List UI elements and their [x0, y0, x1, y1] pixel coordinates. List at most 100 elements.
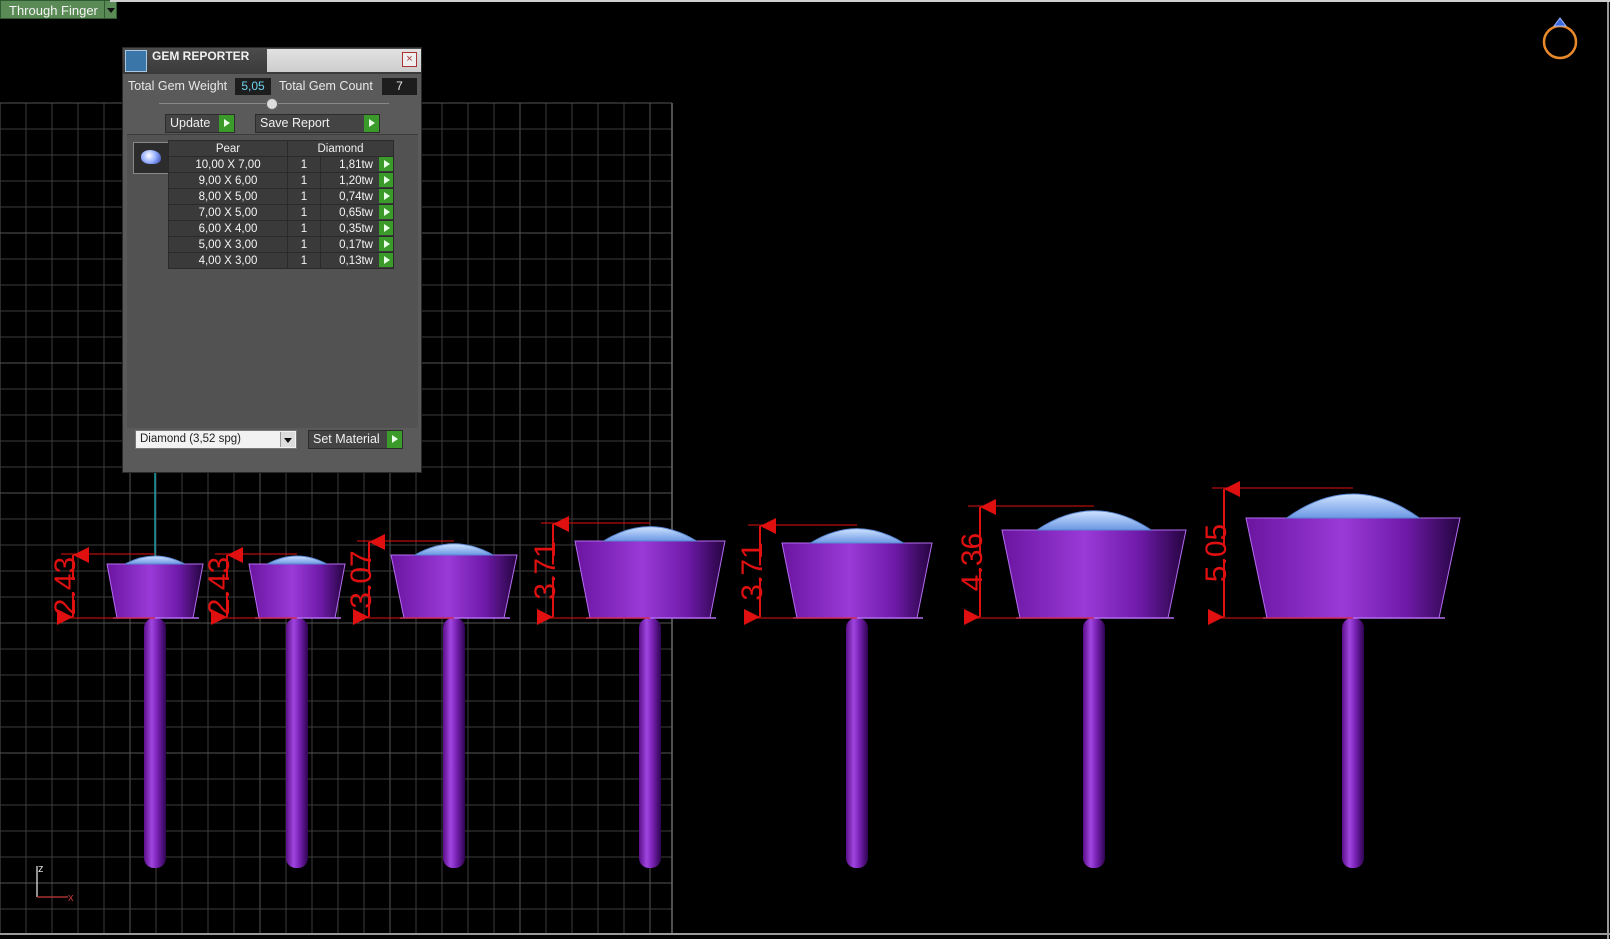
- dimension-label: 3.71: [529, 541, 562, 599]
- gem-size: 8,00 X 5,00: [168, 188, 288, 205]
- panel-slider-handle[interactable]: [266, 98, 278, 110]
- model-stem[interactable]: [1083, 618, 1105, 868]
- dimension-label: 5.05: [1200, 524, 1233, 582]
- material-select-value: Diamond (3,52 spg): [140, 433, 241, 445]
- gem-size: 6,00 X 4,00: [168, 220, 288, 237]
- total-count-label: Total Gem Count: [279, 79, 373, 93]
- gem-weight-value: 1,81tw: [339, 158, 373, 171]
- model-stem[interactable]: [639, 618, 661, 868]
- gem-table-row[interactable]: 6,00 X 4,00 1 0,35tw: [168, 220, 394, 237]
- play-icon[interactable]: [379, 173, 393, 187]
- model-head[interactable]: [248, 563, 346, 619]
- model-stem[interactable]: [144, 618, 166, 868]
- pear-gem-thumbnail[interactable]: [133, 142, 169, 174]
- play-icon[interactable]: [379, 189, 393, 203]
- gem-table-row[interactable]: 8,00 X 5,00 1 0,74tw: [168, 188, 394, 205]
- play-icon[interactable]: [219, 115, 234, 132]
- gem-weight: 1,81tw: [320, 156, 394, 173]
- gem-weight-value: 0,65tw: [339, 206, 373, 219]
- set-material-button-label: Set Material: [313, 432, 380, 446]
- gem-weight: 0,35tw: [320, 220, 394, 237]
- gem-quantity: 1: [287, 236, 321, 253]
- close-icon[interactable]: ×: [402, 52, 417, 67]
- gem-size: 7,00 X 5,00: [168, 204, 288, 221]
- save-report-button[interactable]: Save Report: [255, 114, 380, 133]
- gem-weight: 0,17tw: [320, 236, 394, 253]
- dimension-label: 2.43: [203, 557, 236, 615]
- model-head[interactable]: [106, 563, 204, 619]
- gem-table-row[interactable]: 4,00 X 3,00 1 0,13tw: [168, 252, 394, 269]
- model-stem[interactable]: [286, 618, 308, 868]
- play-icon[interactable]: [364, 115, 379, 132]
- model-stem[interactable]: [846, 618, 868, 868]
- panel-titlebar[interactable]: GEM REPORTER ×: [123, 48, 421, 74]
- gem-quantity: 1: [287, 188, 321, 205]
- model-head[interactable]: [781, 542, 933, 619]
- setting-model[interactable]: [248, 555, 346, 868]
- total-count-value: 7: [382, 78, 417, 95]
- play-icon[interactable]: [379, 205, 393, 219]
- dimension-label: 3.07: [345, 550, 378, 608]
- gem-quantity: 1: [287, 204, 321, 221]
- setting-model[interactable]: [1245, 493, 1461, 868]
- axis-z-label: z: [38, 863, 44, 875]
- gem-crown[interactable]: [601, 526, 699, 542]
- mode-dropdown[interactable]: Through Finger: [0, 0, 117, 19]
- gem-weight-value: 0,74tw: [339, 190, 373, 203]
- material-select[interactable]: Diamond (3,52 spg): [135, 430, 297, 449]
- update-button[interactable]: Update: [165, 114, 235, 133]
- model-head[interactable]: [1245, 517, 1461, 619]
- gem-weight-value: 0,13tw: [339, 254, 373, 267]
- dimension-label: 2.43: [49, 557, 82, 615]
- gem-crown[interactable]: [267, 555, 327, 565]
- gem-crown[interactable]: [125, 555, 185, 565]
- model-head[interactable]: [1001, 529, 1187, 619]
- gem-weight: 0,74tw: [320, 188, 394, 205]
- gem-quantity: 1: [287, 172, 321, 189]
- model-head[interactable]: [390, 554, 518, 619]
- play-icon[interactable]: [379, 237, 393, 251]
- setting-model[interactable]: [781, 528, 933, 868]
- setting-model[interactable]: [106, 555, 204, 868]
- setting-model[interactable]: [390, 543, 518, 868]
- gem-size: 5,00 X 3,00: [168, 236, 288, 253]
- total-weight-label: Total Gem Weight: [128, 79, 228, 93]
- ring-icon[interactable]: [1538, 14, 1582, 62]
- gem-table: Pear Diamond 10,00 X 7,00 1 1,81tw 9,00 X 6…: [168, 140, 394, 269]
- model-stem[interactable]: [1342, 618, 1364, 868]
- set-material-button[interactable]: Set Material: [308, 430, 403, 449]
- chevron-down-icon[interactable]: [104, 0, 117, 19]
- column-header-shape: Pear: [168, 140, 288, 157]
- gem-crown[interactable]: [808, 528, 906, 544]
- mode-select-label[interactable]: Through Finger: [0, 0, 105, 19]
- gem-crown[interactable]: [1035, 510, 1153, 531]
- gem-crown[interactable]: [1285, 493, 1421, 519]
- gem-size: 4,00 X 3,00: [168, 252, 288, 269]
- panel-title: GEM REPORTER: [152, 49, 250, 63]
- gem-table-row[interactable]: 5,00 X 3,00 1 0,17tw: [168, 236, 394, 253]
- chevron-down-icon[interactable]: [280, 432, 295, 447]
- gem-weight: 1,20tw: [320, 172, 394, 189]
- total-weight-value: 5,05: [235, 78, 271, 95]
- gem-table-row[interactable]: 9,00 X 6,00 1 1,20tw: [168, 172, 394, 189]
- gem-weight: 0,13tw: [320, 252, 394, 269]
- play-icon[interactable]: [379, 221, 393, 235]
- play-icon[interactable]: [387, 431, 402, 448]
- model-head[interactable]: [574, 540, 726, 619]
- titlebar-drag-area[interactable]: [267, 49, 421, 72]
- gem-reporter-icon: [125, 50, 147, 72]
- settings-models[interactable]: [106, 493, 1461, 868]
- play-icon[interactable]: [379, 253, 393, 267]
- gem-quantity: 1: [287, 220, 321, 237]
- update-button-label: Update: [170, 116, 211, 130]
- setting-model[interactable]: [1001, 510, 1187, 868]
- gem-size: 9,00 X 6,00: [168, 172, 288, 189]
- axis-x-label: x: [68, 892, 74, 904]
- gem-table-row[interactable]: 7,00 X 5,00 1 0,65tw: [168, 204, 394, 221]
- model-stem[interactable]: [443, 618, 465, 868]
- play-icon[interactable]: [379, 157, 393, 171]
- gem-table-row[interactable]: 10,00 X 7,00 1 1,81tw: [168, 156, 394, 173]
- dimension-label: 3.71: [736, 542, 769, 600]
- dimension-label: 4.36: [956, 533, 989, 591]
- gem-weight-value: 0,17tw: [339, 238, 373, 251]
